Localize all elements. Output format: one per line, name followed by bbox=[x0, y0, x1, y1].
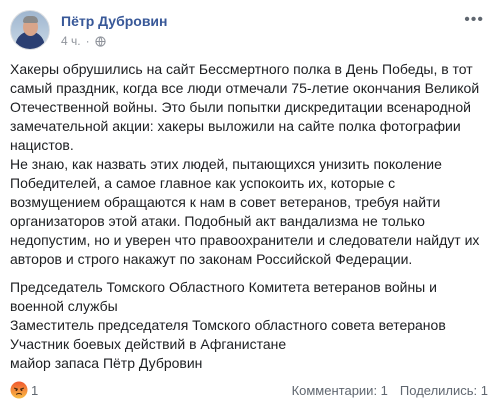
author-name[interactable]: Пётр Дубровин bbox=[61, 13, 168, 29]
meta-separator: · bbox=[85, 34, 90, 48]
signature-line: Заместитель председателя Томского област… bbox=[10, 317, 446, 333]
post-body: Хакеры обрушились на сайт Бессмертного п… bbox=[10, 60, 488, 373]
post-header: Пётр Дубровин 4 ч. · ••• bbox=[10, 10, 488, 52]
shares-count[interactable]: Поделились: 1 bbox=[400, 383, 488, 398]
post-stats: Комментарии: 1 Поделились: 1 bbox=[292, 383, 488, 398]
avatar[interactable] bbox=[10, 10, 50, 50]
signature-line: майор запаса Пётр Дубровин bbox=[10, 355, 203, 371]
signature-line: Участник боевых действий в Афганистане bbox=[10, 336, 287, 352]
globe-icon[interactable] bbox=[94, 35, 106, 47]
signature-line: Председатель Томского Областного Комитет… bbox=[10, 279, 437, 314]
comments-count[interactable]: Комментарии: 1 bbox=[292, 383, 388, 398]
more-horizontal-icon[interactable]: ••• bbox=[464, 12, 484, 28]
post-paragraph: Не знаю, как назвать этих людей, пытающи… bbox=[10, 156, 480, 267]
post-meta: 4 ч. · bbox=[61, 34, 106, 48]
post-time[interactable]: 4 ч. bbox=[61, 34, 81, 48]
avatar-hair bbox=[23, 16, 38, 23]
reaction-count[interactable]: 1 bbox=[31, 383, 38, 398]
post-footer: 1 Комментарии: 1 Поделились: 1 bbox=[10, 380, 488, 400]
angry-reaction-icon[interactable] bbox=[10, 381, 28, 399]
post-paragraph: Хакеры обрушились на сайт Бессмертного п… bbox=[10, 61, 480, 153]
